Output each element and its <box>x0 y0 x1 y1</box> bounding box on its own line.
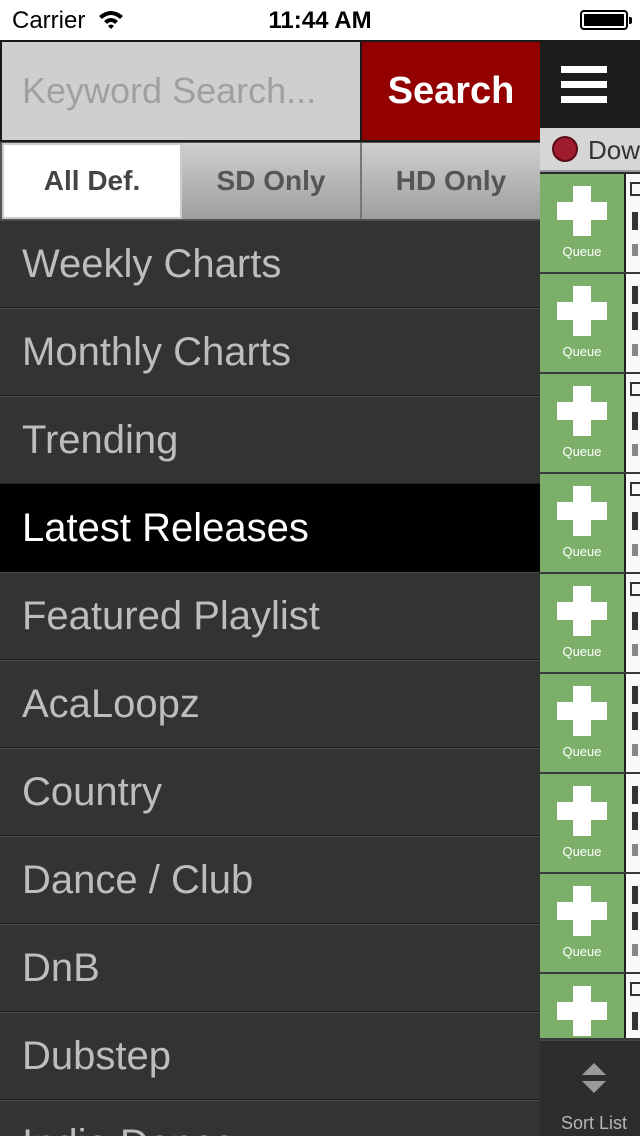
track-info[interactable] <box>626 974 640 1038</box>
menu-item-latest-releases[interactable]: Latest Releases <box>0 484 540 572</box>
track-info[interactable] <box>626 374 640 472</box>
hd-icon <box>630 582 640 596</box>
track-row: Queue <box>540 174 640 274</box>
track-row: Queue <box>540 774 640 874</box>
menu-item-country[interactable]: Country <box>0 748 540 836</box>
hd-icon <box>630 382 640 396</box>
status-time: 11:44 AM <box>268 7 372 34</box>
track-info[interactable] <box>626 574 640 672</box>
sort-icon <box>582 1063 606 1093</box>
track-row: Queue <box>540 274 640 374</box>
menu-item-dnb[interactable]: DnB <box>0 924 540 1012</box>
queue-button[interactable]: Queue <box>540 874 624 972</box>
track-row: Queue <box>540 374 640 474</box>
search-bar: Search <box>0 40 540 142</box>
category-menu: Weekly Charts Monthly Charts Trending La… <box>0 220 540 1136</box>
plus-icon <box>573 986 591 1036</box>
track-row: Queue <box>540 874 640 974</box>
track-info[interactable] <box>626 674 640 772</box>
status-bar: Carrier 11:44 AM <box>0 0 640 40</box>
track-row: Queue <box>540 474 640 574</box>
menu-item-trending[interactable]: Trending <box>0 396 540 484</box>
track-list: Queue Queue Queue Queue Queue Queue Queu… <box>540 174 640 1040</box>
menu-item-featured-playlist[interactable]: Featured Playlist <box>0 572 540 660</box>
queue-button[interactable]: Queue <box>540 574 624 672</box>
plus-icon <box>573 786 591 836</box>
queue-button[interactable] <box>540 974 624 1038</box>
track-row <box>540 974 640 1040</box>
queue-button[interactable]: Queue <box>540 474 624 572</box>
menu-item-dubstep[interactable]: Dubstep <box>0 1012 540 1100</box>
queue-button[interactable]: Queue <box>540 374 624 472</box>
main-content-peek: Dow Queue Queue Queue Queue Queue Queue … <box>540 40 640 1136</box>
hd-icon <box>630 182 640 196</box>
queue-button[interactable]: Queue <box>540 274 624 372</box>
sort-list-button[interactable]: Sort List <box>540 1040 640 1136</box>
track-info[interactable] <box>626 274 640 372</box>
plus-icon <box>573 486 591 536</box>
nav-bar <box>540 40 640 128</box>
download-label: Dow <box>588 135 640 165</box>
hd-icon <box>630 482 640 496</box>
plus-icon <box>573 186 591 236</box>
queue-button[interactable]: Queue <box>540 774 624 872</box>
keyword-search-input[interactable] <box>2 42 360 140</box>
menu-item-monthly-charts[interactable]: Monthly Charts <box>0 308 540 396</box>
hd-icon <box>630 982 640 996</box>
queue-button[interactable]: Queue <box>540 674 624 772</box>
filter-sd-only[interactable]: SD Only <box>182 143 362 219</box>
track-info[interactable] <box>626 174 640 272</box>
sort-list-label: Sort List <box>560 1113 628 1133</box>
menu-item-indie-dance[interactable]: Indie Dance <box>0 1100 540 1136</box>
track-row: Queue <box>540 574 640 674</box>
definition-filter: All Def. SD Only HD Only <box>0 142 540 220</box>
battery-icon <box>580 10 632 30</box>
plus-icon <box>573 586 591 636</box>
track-info[interactable] <box>626 874 640 972</box>
plus-icon <box>573 886 591 936</box>
side-drawer: Search All Def. SD Only HD Only Weekly C… <box>0 40 540 1136</box>
menu-icon[interactable] <box>561 66 607 104</box>
download-bar[interactable]: Dow <box>540 128 640 172</box>
track-row: Queue <box>540 674 640 774</box>
plus-icon <box>573 686 591 736</box>
menu-item-acaloopz[interactable]: AcaLoopz <box>0 660 540 748</box>
menu-item-dance-club[interactable]: Dance / Club <box>0 836 540 924</box>
plus-icon <box>573 386 591 436</box>
download-status-icon <box>552 136 578 162</box>
track-info[interactable] <box>626 774 640 872</box>
filter-hd-only[interactable]: HD Only <box>362 143 540 219</box>
queue-button[interactable]: Queue <box>540 174 624 272</box>
track-info[interactable] <box>626 474 640 572</box>
filter-all-def[interactable]: All Def. <box>2 143 182 219</box>
plus-icon <box>573 286 591 336</box>
menu-item-weekly-charts[interactable]: Weekly Charts <box>0 220 540 308</box>
search-button[interactable]: Search <box>362 42 540 140</box>
